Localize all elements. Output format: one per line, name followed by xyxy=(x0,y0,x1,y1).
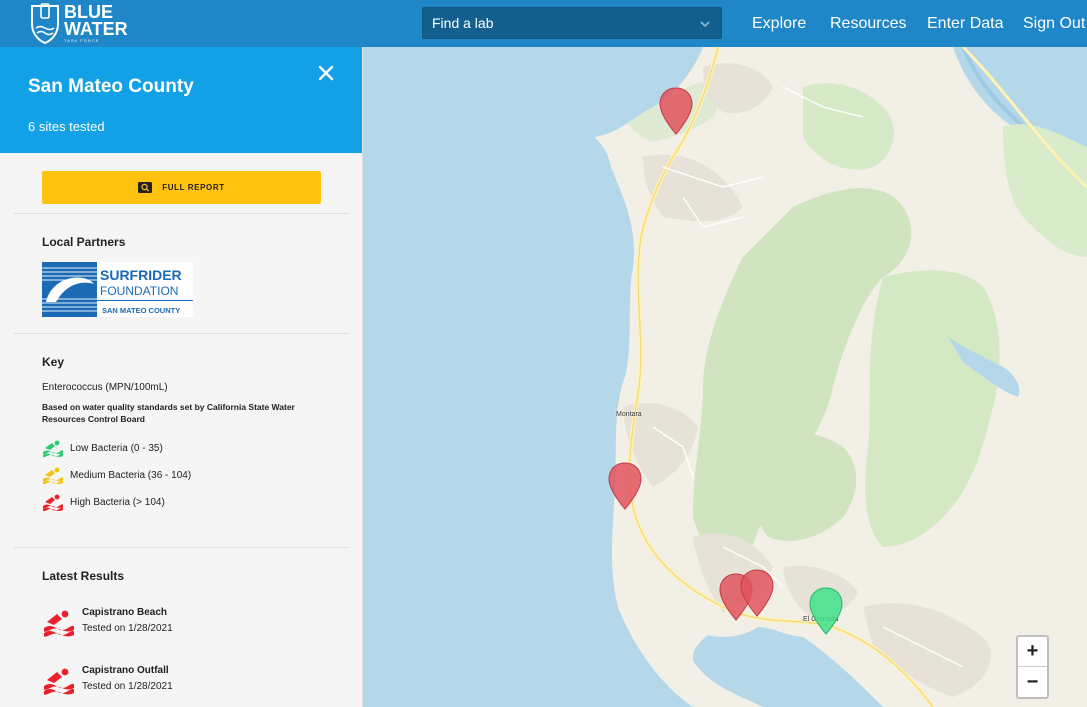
swimmer-icon xyxy=(43,494,63,511)
legend-medium: Medium Bacteria (36 - 104) xyxy=(42,465,191,485)
legend-high-label: High Bacteria (> 104) xyxy=(70,496,165,508)
result-date: Tested on 1/28/2021 xyxy=(82,681,173,692)
swimmer-icon xyxy=(44,668,74,695)
search-icon xyxy=(138,182,153,193)
latest-results-title: Latest Results xyxy=(42,569,125,583)
logo-line-2: WATER xyxy=(64,18,128,39)
full-report-button[interactable]: FULL REPORT xyxy=(42,171,321,204)
local-partners-title: Local Partners xyxy=(42,235,126,249)
top-navigation-bar: BLUE WATER TASK FORCE Find a lab Explore… xyxy=(0,0,1087,47)
zoom-in-button[interactable]: + xyxy=(1018,637,1047,667)
key-note: Based on water quality standards set by … xyxy=(42,402,295,424)
chevron-down-icon xyxy=(700,21,710,28)
logo-text: BLUE WATER TASK FORCE xyxy=(64,1,128,43)
nav-sign-out[interactable]: Sign Out xyxy=(1023,15,1085,33)
divider xyxy=(14,547,349,548)
swimmer-icon xyxy=(44,610,74,637)
logo-icon xyxy=(31,3,59,44)
legend-medium-label: Medium Bacteria (36 - 104) xyxy=(70,469,192,481)
full-report-label: FULL REPORT xyxy=(162,183,225,192)
svg-text:FOUNDATION: FOUNDATION xyxy=(100,284,178,298)
county-title: San Mateo County xyxy=(28,76,194,97)
result-date: Tested on 1/28/2021 xyxy=(82,623,173,634)
find-lab-select-value: Find a lab xyxy=(432,15,494,31)
county-sidebar: San Mateo County 6 sites tested FULL REP… xyxy=(0,47,363,707)
sites-tested-count: 6 sites tested xyxy=(28,119,105,134)
legend-low-label: Low Bacteria (0 - 35) xyxy=(70,442,163,454)
result-site-name: Capistrano Outfall xyxy=(82,665,169,676)
blue-water-logo[interactable]: BLUE WATER TASK FORCE xyxy=(28,1,128,45)
svg-text:SAN MATEO COUNTY: SAN MATEO COUNTY xyxy=(102,306,180,315)
logo-line-1: BLUE xyxy=(64,1,113,22)
result-site-name: Capistrano Beach xyxy=(82,607,168,618)
key-unit: Enterococcus (MPN/100mL) xyxy=(42,382,168,393)
nav-explore[interactable]: Explore xyxy=(752,15,806,33)
find-lab-select[interactable]: Find a lab xyxy=(422,7,722,39)
divider xyxy=(14,213,349,214)
map-marker-high[interactable] xyxy=(608,462,642,510)
map-canvas[interactable]: Montara El Granada + − xyxy=(363,47,1087,707)
logo-line-3: TASK FORCE xyxy=(64,37,100,43)
legend-low: Low Bacteria (0 - 35) xyxy=(42,438,163,458)
surfrider-foundation-logo[interactable]: SURFRIDER FOUNDATION SAN MATEO COUNTY xyxy=(42,262,193,317)
nav-resources[interactable]: Resources xyxy=(830,15,906,33)
svg-text:SURFRIDER: SURFRIDER xyxy=(100,267,182,283)
swimmer-icon xyxy=(43,440,63,457)
swimmer-icon xyxy=(43,467,63,484)
map-marker-high[interactable] xyxy=(740,569,774,617)
nav-enter-data[interactable]: Enter Data xyxy=(927,15,1003,33)
zoom-control: + − xyxy=(1016,635,1049,699)
key-title: Key xyxy=(42,355,65,369)
legend-high: High Bacteria (> 104) xyxy=(42,492,165,512)
sidebar-header: San Mateo County 6 sites tested xyxy=(0,47,362,153)
close-icon[interactable] xyxy=(317,64,335,82)
map-marker-low[interactable] xyxy=(809,587,843,635)
divider xyxy=(14,333,349,334)
zoom-out-button[interactable]: − xyxy=(1018,667,1047,697)
map-marker-high[interactable] xyxy=(659,87,693,135)
place-label-montara: Montara xyxy=(616,411,642,418)
